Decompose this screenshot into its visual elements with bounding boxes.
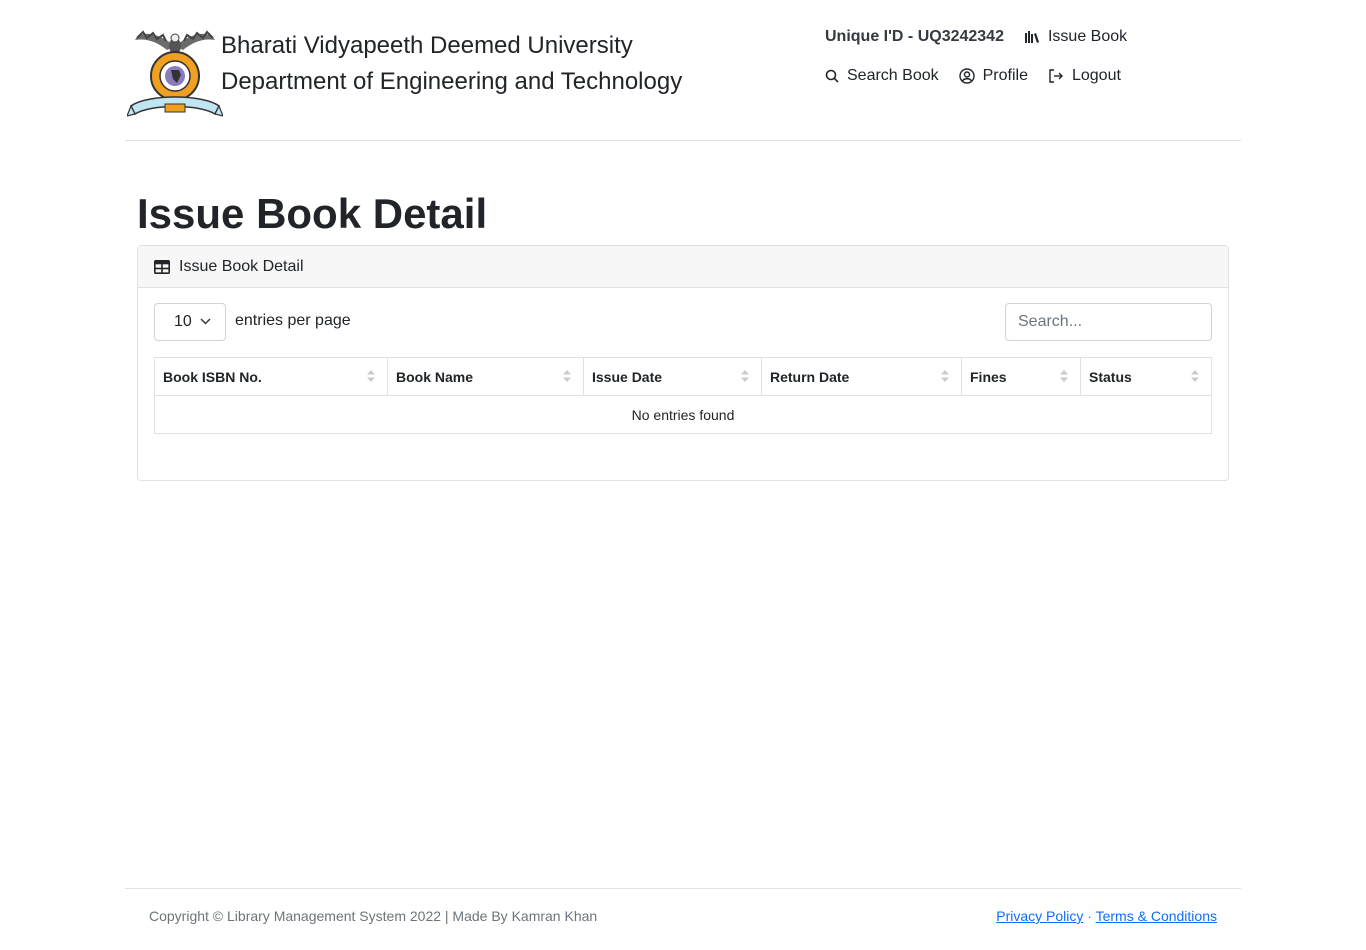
column-header-return-date[interactable]: Return Date — [761, 357, 962, 396]
column-header-fines[interactable]: Fines — [961, 357, 1081, 396]
column-header-isbn[interactable]: Book ISBN No. — [154, 357, 388, 396]
site-footer: Copyright © Library Management System 20… — [125, 888, 1241, 950]
nav-row-1: Unique I'D - UQ3242342 Issue Book — [825, 24, 1245, 50]
datatable-controls: 10 entries per page — [154, 303, 1212, 341]
column-header-status[interactable]: Status — [1080, 357, 1212, 396]
table-header-row: Book ISBN No. Book Name Issue Date Retur… — [154, 357, 1212, 396]
privacy-policy-link[interactable]: Privacy Policy — [996, 908, 1083, 924]
sort-icon — [563, 370, 571, 382]
page-title: Issue Book Detail — [137, 190, 488, 237]
top-nav: Unique I'D - UQ3242342 Issue Book Search… — [825, 24, 1245, 89]
column-label: Status — [1089, 368, 1132, 385]
entries-per-page-value: 10 — [174, 313, 192, 330]
column-label: Return Date — [770, 368, 850, 385]
column-label: Book Name — [396, 368, 474, 385]
university-name: Bharati Vidyapeeth Deemed University — [221, 32, 633, 59]
nav-logout-link[interactable]: Logout — [1048, 67, 1121, 85]
table-search-input[interactable] — [1005, 303, 1212, 341]
footer-links: Privacy Policy · Terms & Conditions — [996, 908, 1217, 924]
terms-conditions-link[interactable]: Terms & Conditions — [1096, 908, 1217, 924]
nav-search-book-link[interactable]: Search Book — [825, 67, 939, 85]
nav-profile-link[interactable]: Profile — [958, 67, 1028, 85]
empty-message: No entries found — [154, 395, 1212, 434]
sort-icon — [741, 370, 749, 382]
entries-per-page-label: entries per page — [235, 312, 351, 329]
table-icon — [154, 259, 170, 274]
sort-icon — [1191, 370, 1199, 382]
card-header-label: Issue Book Detail — [179, 257, 304, 275]
books-icon — [1024, 31, 1039, 43]
search-icon — [825, 69, 839, 83]
card-header: Issue Book Detail — [138, 246, 1228, 288]
copyright-text: Copyright © Library Management System 20… — [149, 908, 598, 924]
nav-row-2: Search Book Profile Logout — [825, 63, 1245, 89]
nav-search-book-label: Search Book — [847, 67, 939, 84]
nav-issue-book-label: Issue Book — [1047, 28, 1128, 45]
site-header: Bharati Vidyapeeth Deemed University Dep… — [125, 0, 1241, 141]
issued-books-table: Book ISBN No. Book Name Issue Date Retur… — [154, 357, 1212, 434]
issue-book-card: Issue Book Detail 10 entries per page Bo… — [137, 245, 1229, 481]
unique-id-label: Unique I'D - UQ3242342 — [825, 28, 1004, 45]
logout-icon — [1049, 69, 1063, 83]
nav-logout-label: Logout — [1071, 67, 1121, 84]
department-name: Department of Engineering and Technology — [221, 68, 683, 95]
column-label: Fines — [970, 368, 1007, 385]
sort-icon — [367, 370, 375, 382]
column-label: Book ISBN No. — [163, 368, 262, 385]
footer-separator: · — [1087, 908, 1092, 924]
user-circle-icon — [958, 68, 975, 84]
brand-title: Bharati Vidyapeeth Deemed University Dep… — [221, 28, 682, 100]
chevron-down-icon — [200, 318, 211, 325]
column-label: Issue Date — [592, 368, 663, 385]
column-header-issue-date[interactable]: Issue Date — [583, 357, 762, 396]
column-header-book-name[interactable]: Book Name — [387, 357, 584, 396]
sort-icon — [1060, 370, 1068, 382]
nav-profile-label: Profile — [982, 67, 1028, 84]
table-row-empty: No entries found — [154, 395, 1212, 434]
sort-icon — [941, 370, 949, 382]
nav-issue-book-link[interactable]: Issue Book — [1024, 28, 1127, 46]
entries-per-page-select[interactable]: 10 — [154, 303, 226, 341]
university-logo-icon — [126, 24, 224, 122]
